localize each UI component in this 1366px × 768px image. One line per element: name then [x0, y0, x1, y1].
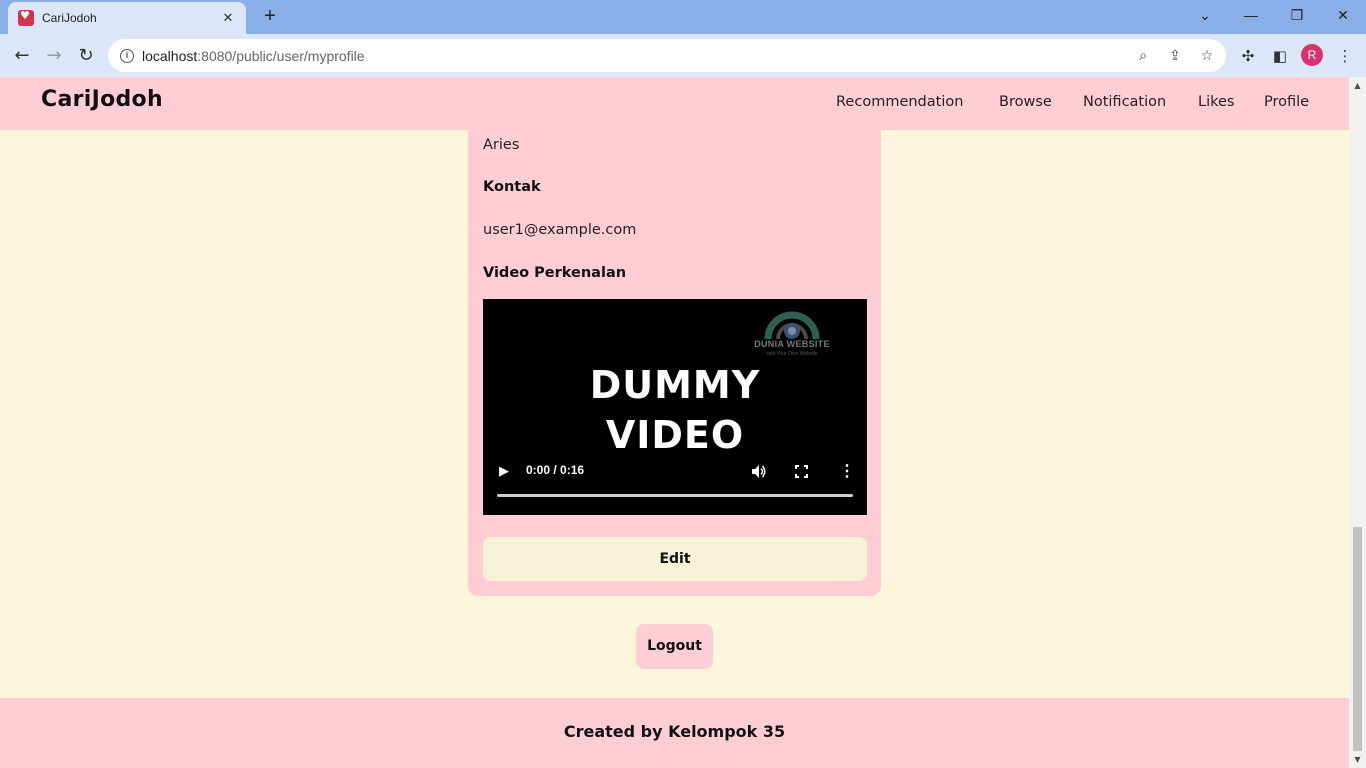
scroll-down-arrow-icon[interactable]: ▼ [1353, 755, 1362, 764]
video-title-line2: VIDEO [605, 413, 745, 457]
profile-card: Aries Kontak user1@example.com Video Per… [468, 77, 881, 596]
browser-tab[interactable]: CariJodoh ✕ [8, 2, 246, 34]
browser-toolbar: ← → ↻ i localhost:8080/public/user/mypro… [0, 34, 1366, 77]
nav-likes[interactable]: Likes [1198, 94, 1234, 110]
video-title-line1: DUMMY [589, 363, 761, 407]
video-watermark: DUNIA WEBSITE [754, 339, 830, 349]
reload-button[interactable]: ↻ [73, 43, 99, 69]
bookmark-star-icon[interactable]: ☆ [1198, 47, 1216, 65]
nav-browse[interactable]: Browse [999, 94, 1052, 110]
tab-title: CariJodoh [42, 11, 97, 25]
nav-recommendation[interactable]: Recommendation [836, 94, 963, 110]
volume-icon[interactable] [751, 464, 767, 479]
site-footer: Created by Kelompok 35 [0, 698, 1349, 768]
back-button[interactable]: ← [9, 43, 35, 69]
video-time: 0:00 / 0:16 [526, 463, 585, 477]
intro-video-player[interactable]: DUNIA WEBSITE web Your Own Website DUMMY… [483, 299, 867, 515]
menu-kebab-icon[interactable]: ⋮ [1335, 46, 1355, 66]
video-more-icon[interactable]: ⋮ [839, 461, 855, 481]
video-progress-bar[interactable] [497, 494, 853, 497]
tab-search-icon[interactable]: ⌄ [1190, 4, 1220, 26]
footer-credit: Created by Kelompok 35 [563, 722, 786, 741]
url-host: localhost [142, 47, 198, 64]
scrollbar-thumb[interactable] [1353, 527, 1362, 751]
site-logo[interactable]: CariJodoh [41, 87, 163, 112]
nav-profile[interactable]: Profile [1264, 94, 1309, 110]
address-bar[interactable]: i localhost:8080/public/user/myprofile ⌕… [108, 39, 1226, 72]
scroll-up-arrow-icon[interactable]: ▲ [1353, 81, 1362, 90]
share-icon[interactable]: ⇪ [1166, 47, 1184, 65]
video-watermark-sub: web Your Own Website [766, 351, 818, 357]
extensions-icon[interactable]: ✣ [1238, 46, 1258, 66]
logout-button[interactable]: Logout [636, 624, 713, 669]
nav-notification[interactable]: Notification [1083, 94, 1166, 110]
site-info-icon[interactable]: i [120, 48, 134, 63]
play-icon[interactable]: ▶ [499, 463, 509, 479]
edit-button[interactable]: Edit [483, 537, 867, 581]
video-label: Video Perkenalan [483, 265, 627, 281]
url-path: :8080/public/user/myprofile [197, 47, 365, 64]
site-navbar: CariJodoh Recommendation Browse Notifica… [0, 77, 1349, 130]
zoom-icon[interactable]: ⌕ [1134, 47, 1152, 65]
page-scrollbar[interactable]: ▲ ▼ [1349, 77, 1366, 768]
contact-label: Kontak [483, 179, 541, 195]
close-window-button[interactable]: ✕ [1328, 4, 1358, 26]
profile-avatar[interactable]: R [1301, 44, 1323, 66]
side-panel-icon[interactable]: ◧ [1270, 46, 1290, 66]
browser-tab-bar: CariJodoh ✕ + ⌄ — ❐ ✕ [0, 0, 1366, 34]
page-viewport: Aries Kontak user1@example.com Video Per… [0, 77, 1349, 768]
favicon-icon [18, 9, 34, 26]
minimize-button[interactable]: — [1236, 4, 1266, 26]
zodiac-value: Aries [483, 137, 520, 153]
fullscreen-icon[interactable] [795, 465, 808, 478]
forward-button[interactable]: → [41, 43, 67, 69]
close-tab-icon[interactable]: ✕ [220, 11, 236, 26]
contact-value: user1@example.com [483, 222, 637, 238]
restore-button[interactable]: ❐ [1282, 4, 1312, 26]
new-tab-button[interactable]: + [258, 5, 282, 29]
